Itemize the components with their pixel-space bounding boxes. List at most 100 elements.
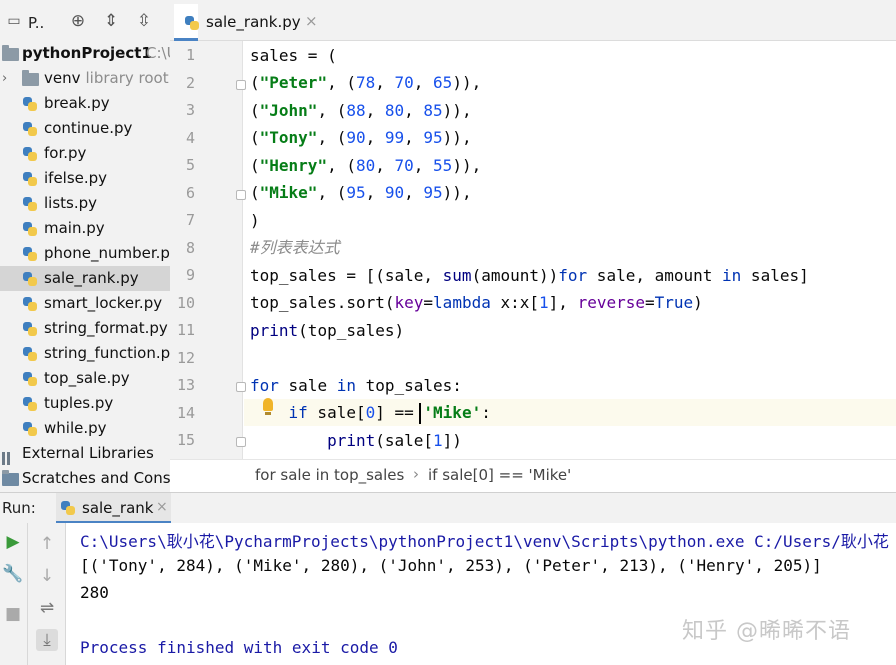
project-tool-window: ▭ P.. ⊕ ⇕ ⇳ pythonProject1 C:\U › venvli… [0,0,170,492]
file-name: phone_number.py [44,244,170,262]
run-label: Run: [2,499,36,517]
line-number: 2 [185,73,195,92]
code-line-7: ) [250,211,260,230]
project-view-title[interactable]: P.. [28,14,44,32]
code-line-4: ("Tony", (90, 99, 95)), [250,128,472,147]
file-name: string_function.py [44,344,170,362]
code-editor[interactable]: sales = ( ("Peter", (78, 70, 65)), ("Joh… [244,41,896,459]
chevron-right-icon[interactable]: › [2,66,7,91]
console-output-list: [('Tony', 284), ('Mike', 280), ('John', … [80,556,822,575]
collapse-all-icon[interactable]: ⇳ [134,11,154,31]
editor-tab-bar: sale_rank.py × [170,0,896,41]
folder-icon [22,70,39,86]
file-name: while.py [44,419,107,437]
python-file-icon [22,296,38,312]
python-file-icon [22,371,38,387]
file-name: ifelse.py [44,169,108,187]
arrow-down-icon[interactable]: ↓ [36,565,58,587]
console-command-line: C:\Users\耿小花\PycharmProjects\pythonProje… [80,532,889,551]
library-root-hint: library root [85,69,169,87]
tree-root-project[interactable]: pythonProject1 C:\U [0,41,170,66]
tree-item-file[interactable]: string_function.py [0,341,170,366]
tree-item-file[interactable]: sale_rank.py [0,266,170,291]
scroll-to-end-icon[interactable]: ⤓ [36,629,58,651]
close-icon[interactable]: × [305,12,318,30]
external-libraries-label: External Libraries [22,444,154,462]
line-number: 9 [185,266,195,284]
tree-item-file[interactable]: string_format.py [0,316,170,341]
line-number: 6 [185,183,195,202]
code-line-3: ("John", (88, 80, 85)), [250,101,472,120]
file-name: lists.py [44,194,98,212]
file-name: tuples.py [44,394,114,412]
breadcrumb-item-for[interactable]: for sale in top_sales [255,466,404,484]
python-file-icon [22,171,38,187]
run-tab-sale-rank[interactable]: sale_rank × [56,493,171,524]
tree-item-venv[interactable]: › venv library root [0,66,170,91]
line-number: 11 [176,321,195,339]
tree-item-file[interactable]: ifelse.py [0,166,170,191]
code-line-5: ("Henry", (80, 70, 55)), [250,156,482,175]
line-number: 15 [176,431,195,449]
code-line-11: print(top_sales) [250,321,405,340]
tree-item-file[interactable]: main.py [0,216,170,241]
python-file-icon [22,146,38,162]
tree-item-file[interactable]: lists.py [0,191,170,216]
run-toolbar-secondary: ↑ ↓ ⇌ ⤓ [28,523,66,665]
line-number: 13 [176,376,195,394]
wrench-icon[interactable]: 🔧 [2,563,24,585]
tree-item-file[interactable]: phone_number.py [0,241,170,266]
line-number-gutter[interactable]: 1 2 3 4 5 6 7 8 9 10 11 12 13 14 15 [170,41,246,459]
rerun-icon[interactable]: ▶ [2,531,24,553]
python-file-icon [184,15,200,31]
editor-tab-sale-rank[interactable]: sale_rank.py × [174,4,318,41]
stop-icon[interactable]: ■ [2,603,24,625]
code-line-8-comment: #列表表达式 [250,238,340,257]
tree-item-file[interactable]: while.py [0,416,170,441]
breadcrumb-item-if[interactable]: if sale[0] == 'Mike' [428,466,571,484]
soft-wrap-icon[interactable]: ⇌ [36,597,58,619]
code-line-2: ("Peter", (78, 70, 65)), [250,73,482,92]
arrow-up-icon[interactable]: ↑ [36,533,58,555]
locate-target-icon[interactable]: ⊕ [68,11,88,31]
python-file-icon [22,321,38,337]
line-number: 12 [176,348,195,367]
tree-item-external-libraries[interactable]: External Libraries [0,441,170,466]
venv-label: venv library root [44,69,169,87]
breadcrumb-separator: › [413,465,419,483]
python-file-icon [22,421,38,437]
python-file-icon [22,221,38,237]
code-line-9: top_sales = [(sale, sum(amount))for sale… [250,266,809,285]
code-line-15: print(sale[1]) [327,431,462,450]
file-name: main.py [44,219,105,237]
tree-item-file[interactable]: for.py [0,141,170,166]
console-exit-message: Process finished with exit code 0 [80,638,398,657]
lightbulb-icon[interactable] [263,398,273,415]
file-name: continue.py [44,119,133,137]
library-icon [2,448,18,465]
tree-item-file[interactable]: smart_locker.py [0,291,170,316]
code-line-6: ("Mike", (95, 90, 95)), [250,183,472,202]
code-line-14: if sale[0] == 'Mike': [288,403,491,422]
file-name: break.py [44,94,110,112]
run-toolbar-primary: ▶ 🔧 ■ [0,523,28,665]
tree-item-file[interactable]: top_sale.py [0,366,170,391]
python-file-icon [22,271,38,287]
file-name: string_format.py [44,319,168,337]
code-line-1: sales = ( [250,46,337,65]
project-toolbar: ▭ P.. ⊕ ⇕ ⇳ [0,0,170,41]
tree-item-file[interactable]: continue.py [0,116,170,141]
expand-all-icon[interactable]: ⇕ [101,11,121,31]
editor: sale_rank.py × 1 2 3 4 5 6 7 8 9 10 11 12 13 14 15 sal… [170,0,896,492]
tree-item-file[interactable]: break.py [0,91,170,116]
line-number: 14 [176,403,195,422]
tree-item-scratches[interactable]: Scratches and Consoles [0,466,170,491]
project-root-name: pythonProject1 [22,44,152,62]
python-file-icon [22,246,38,262]
editor-tab-label: sale_rank.py [206,13,301,31]
project-view-icon[interactable]: ▭ [4,11,24,31]
tree-item-file[interactable]: tuples.py [0,391,170,416]
watermark: 知乎 @晞晞不语 [682,619,851,644]
python-file-icon [22,96,38,112]
close-icon[interactable]: × [156,499,168,515]
